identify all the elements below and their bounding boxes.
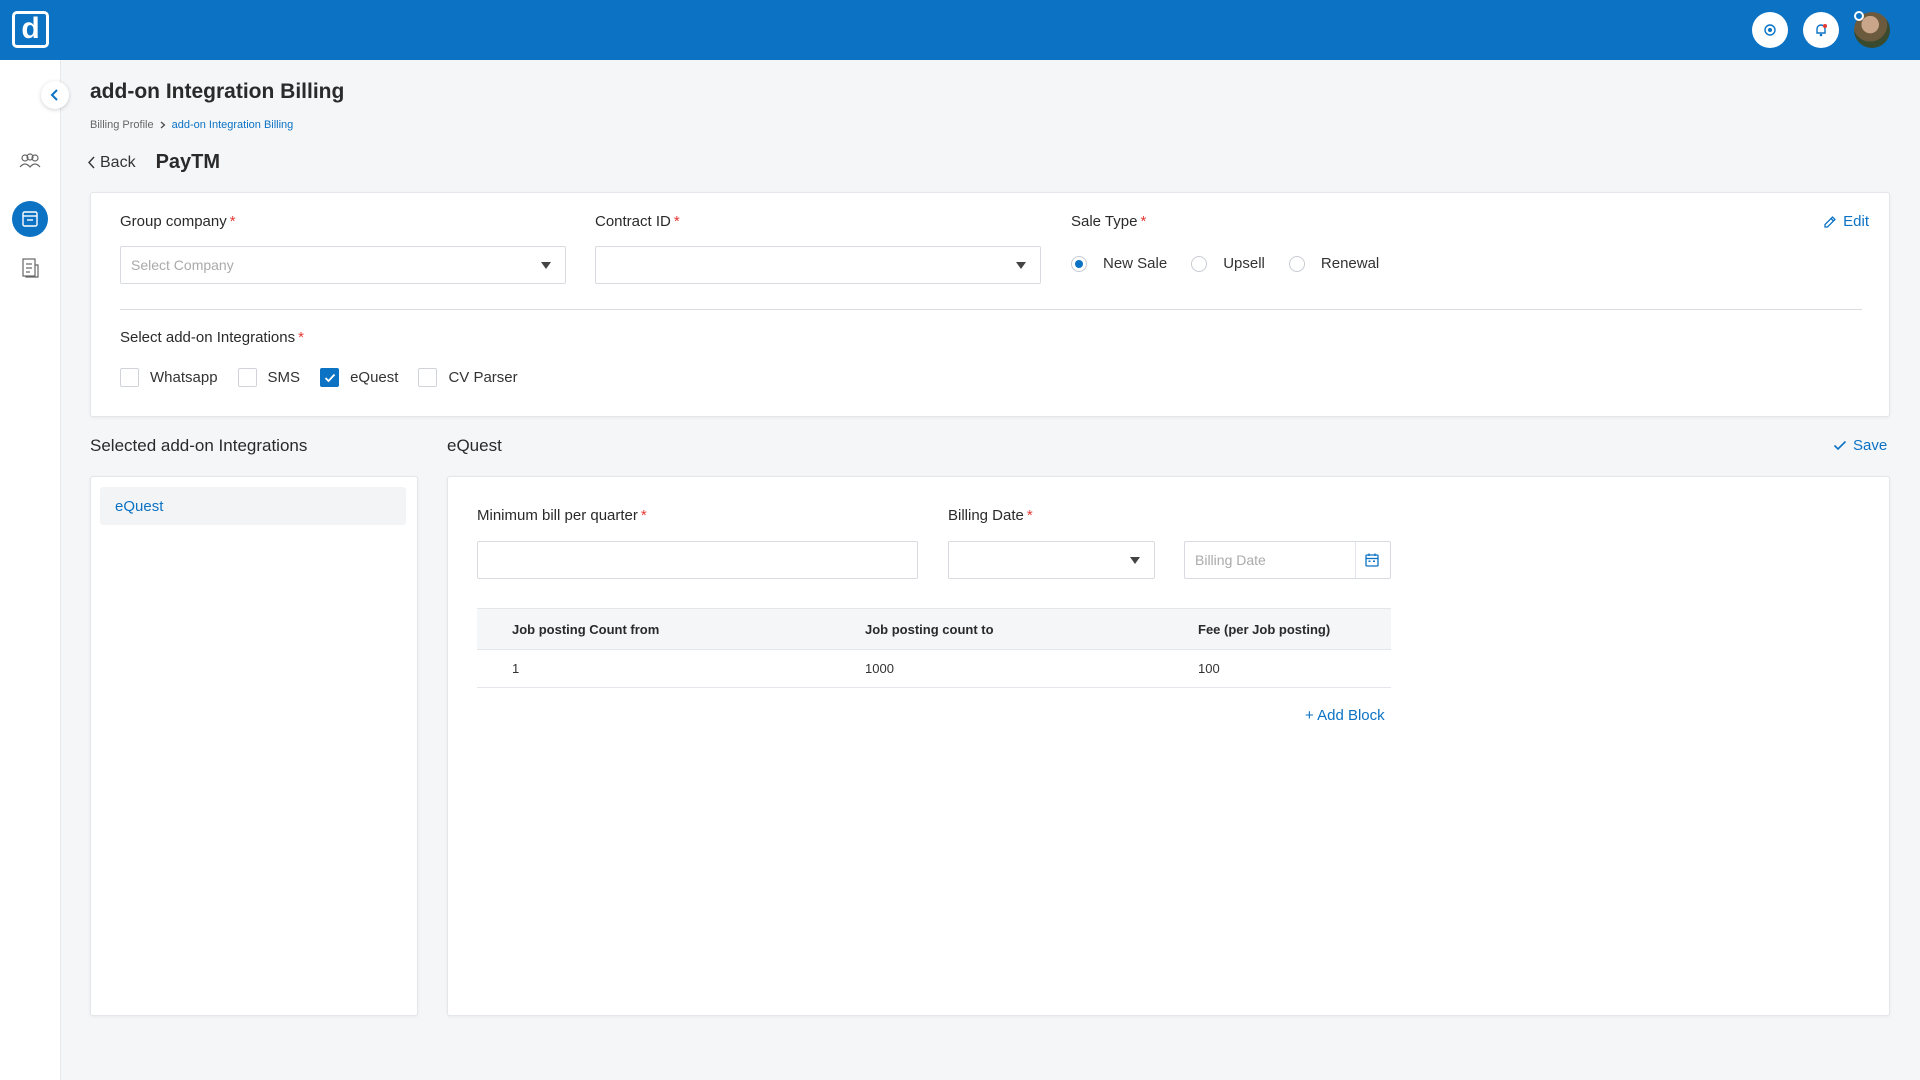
- breadcrumb: Billing Profile add-on Integration Billi…: [90, 119, 293, 131]
- back-row: Back PayTM: [88, 151, 220, 174]
- billing-config-card: Group company * Select Company Contract I…: [90, 192, 1890, 417]
- table-cell: 100: [1198, 661, 1220, 676]
- addons-label: Select add-on Integrations *: [120, 329, 304, 346]
- addons-checkbox-group: Whatsapp SMS eQuest CV Parser: [120, 368, 538, 387]
- caret-down-icon: [541, 262, 551, 269]
- radio-renewal[interactable]: [1288, 255, 1305, 272]
- selected-addons-title: Selected add-on Integrations: [90, 436, 308, 455]
- radio-label-new-sale[interactable]: New Sale: [1103, 255, 1167, 272]
- contract-id-label: Contract ID *: [595, 213, 680, 230]
- table-cell: 1: [512, 661, 520, 676]
- group-company-label: Group company *: [120, 213, 236, 230]
- table-header-cell: Job posting count to: [865, 621, 994, 637]
- billing-date-select[interactable]: [948, 541, 1155, 579]
- collapse-sidebar-button[interactable]: [41, 81, 69, 109]
- group-company-select[interactable]: Select Company: [120, 246, 566, 284]
- list-item-equest[interactable]: eQuest: [100, 487, 406, 525]
- min-bill-label: Minimum bill per quarter *: [477, 507, 647, 524]
- checkbox-sms[interactable]: [237, 368, 257, 387]
- online-status-dot: [1854, 11, 1864, 21]
- back-button[interactable]: Back: [88, 154, 136, 172]
- checkbox-label-cv-parser[interactable]: CV Parser: [448, 369, 517, 386]
- job-posting-fee-table: Job posting Count from Job posting count…: [477, 608, 1391, 688]
- table-header-cell: Job posting Count from: [512, 621, 660, 637]
- save-button[interactable]: Save: [1833, 437, 1887, 454]
- table-header-cell: Fee (per Job posting): [1198, 621, 1331, 637]
- checkbox-label-sms[interactable]: SMS: [268, 369, 301, 386]
- table-cell: 1000: [865, 661, 894, 676]
- radio-label-upsell[interactable]: Upsell: [1223, 255, 1265, 272]
- breadcrumb-billing-profile[interactable]: Billing Profile: [90, 119, 154, 131]
- add-block-button[interactable]: + Add Block: [1305, 707, 1385, 724]
- contract-id-select[interactable]: [595, 246, 1041, 284]
- chevron-left-icon: [50, 89, 58, 101]
- breadcrumb-current: add-on Integration Billing: [171, 119, 294, 131]
- chevron-right-icon: [160, 121, 166, 129]
- edit-button[interactable]: Edit: [1823, 213, 1869, 230]
- chevron-left-icon: [88, 156, 95, 169]
- bell-icon[interactable]: [1803, 12, 1839, 48]
- checkmark-icon: [324, 373, 335, 382]
- checkbox-cv-parser[interactable]: [418, 368, 438, 387]
- document-icon[interactable]: [14, 252, 46, 284]
- radio-new-sale[interactable]: [1071, 255, 1087, 272]
- calendar-icon: [1365, 553, 1379, 567]
- company-name: PayTM: [155, 151, 221, 173]
- settings-icon[interactable]: [1752, 12, 1788, 48]
- billing-date-label: Billing Date *: [948, 507, 1033, 524]
- sale-type-radio-group: New Sale Upsell Renewal: [1071, 255, 1403, 272]
- page-title: add-on Integration Billing: [90, 80, 345, 103]
- detail-card: Minimum bill per quarter * Billing Date * …: [447, 476, 1890, 1016]
- app-logo[interactable]: d: [12, 11, 49, 48]
- billing-box-icon[interactable]: [12, 201, 48, 237]
- billing-date-input[interactable]: Billing Date: [1184, 541, 1391, 579]
- table-header: Job posting Count from Job posting count…: [477, 608, 1391, 649]
- radio-label-renewal[interactable]: Renewal: [1321, 255, 1379, 272]
- edit-icon: [1824, 215, 1837, 228]
- min-bill-input[interactable]: [477, 541, 918, 579]
- users-icon[interactable]: [14, 145, 46, 177]
- caret-down-icon: [1016, 262, 1026, 269]
- checkbox-equest[interactable]: [320, 368, 340, 387]
- selected-addons-card: eQuest: [90, 476, 418, 1016]
- divider: [120, 309, 1862, 310]
- checkmark-icon: [1833, 440, 1847, 451]
- table-row[interactable]: 1 1000 100: [477, 649, 1391, 688]
- checkbox-label-equest[interactable]: eQuest: [350, 369, 398, 386]
- checkbox-whatsapp[interactable]: [120, 368, 139, 387]
- radio-upsell[interactable]: [1191, 255, 1208, 272]
- sale-type-label: Sale Type *: [1071, 213, 1147, 230]
- sidebar: [0, 60, 61, 1080]
- detail-panel-title: eQuest: [447, 436, 502, 455]
- checkbox-label-whatsapp[interactable]: Whatsapp: [150, 369, 218, 386]
- caret-down-icon: [1130, 557, 1140, 564]
- top-bar: d: [0, 0, 1920, 60]
